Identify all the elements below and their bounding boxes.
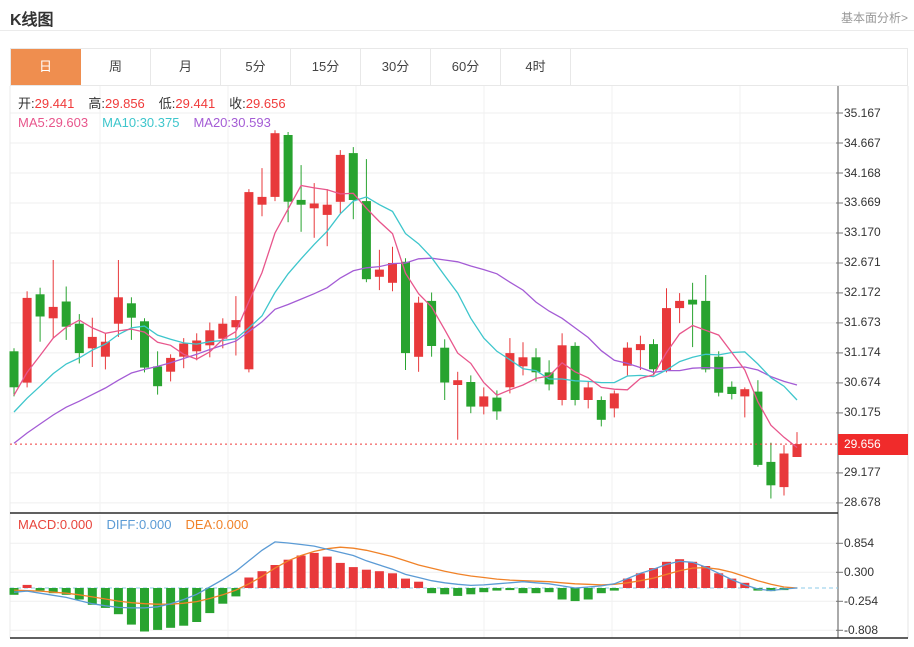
macd-label: MACD: — [18, 517, 60, 532]
tab-月[interactable]: 月 — [151, 49, 221, 85]
diff-label: DIFF: — [106, 517, 139, 532]
high-label: 高: — [88, 96, 105, 111]
ma-legend-row: MA5:29.603 MA10:30.375 MA20:30.593 — [18, 115, 285, 130]
ma10-value: 30.375 — [140, 115, 180, 130]
kline-page: K线图 基本面分析> 日周月5分15分30分60分4时 开:29.441高:29… — [0, 0, 914, 647]
ma20-value: 30.593 — [231, 115, 271, 130]
last-price-badge: 29.656 — [838, 434, 908, 455]
price-tick-label: 30.175 — [844, 405, 881, 419]
ma5-label: MA5: — [18, 115, 48, 130]
low-value: 29.441 — [175, 96, 215, 111]
price-tick-label: 30.674 — [844, 375, 881, 389]
ma5-value: 29.603 — [48, 115, 88, 130]
price-tick-label: 28.678 — [844, 495, 881, 509]
candles-group — [10, 130, 802, 498]
tab-日[interactable]: 日 — [11, 49, 81, 85]
page-title: K线图 — [10, 6, 54, 30]
tab-周[interactable]: 周 — [81, 49, 151, 85]
price-tick-label: 33.170 — [844, 225, 881, 239]
price-tick-label: 31.673 — [844, 315, 881, 329]
macd-tick-label: -0.254 — [844, 594, 878, 608]
price-tick-label: 34.667 — [844, 136, 881, 150]
price-tick-label: 35.167 — [844, 106, 881, 120]
close-value: 29.656 — [246, 96, 286, 111]
period-tab-bar: 日周月5分15分30分60分4时 — [10, 48, 908, 86]
macd-value: 0.000 — [60, 517, 93, 532]
ma10-label: MA10: — [102, 115, 140, 130]
price-tick-label: 32.172 — [844, 285, 881, 299]
fundamental-analysis-link[interactable]: 基本面分析> — [841, 9, 908, 26]
low-label: 低: — [159, 96, 176, 111]
open-label: 开: — [18, 96, 35, 111]
macd-tick-label: -0.808 — [844, 623, 878, 637]
price-tick-label: 29.177 — [844, 465, 881, 479]
dea-label: DEA: — [185, 517, 215, 532]
price-tick-label: 34.168 — [844, 166, 881, 180]
macd-tick-label: 0.854 — [844, 536, 874, 550]
price-tick-label: 31.174 — [844, 345, 881, 359]
tab-60分[interactable]: 60分 — [431, 49, 501, 85]
macd-histogram-group — [10, 553, 789, 632]
macd-legend-row: MACD:0.000DIFF:0.000DEA:0.000 — [18, 517, 262, 532]
close-label: 收: — [229, 96, 246, 111]
dea-value: 0.000 — [216, 517, 249, 532]
price-tick-label: 32.671 — [844, 255, 881, 269]
price-tick-label: 33.669 — [844, 195, 881, 209]
tab-5分[interactable]: 5分 — [221, 49, 291, 85]
macd-tick-label: 0.300 — [844, 565, 874, 579]
high-value: 29.856 — [105, 96, 145, 111]
open-value: 29.441 — [35, 96, 75, 111]
header-divider — [0, 30, 914, 31]
ohlc-row: 开:29.441高:29.856低:29.441收:29.656 — [18, 93, 300, 112]
ma20-label: MA20: — [193, 115, 231, 130]
diff-value: 0.000 — [139, 517, 172, 532]
tab-30分[interactable]: 30分 — [361, 49, 431, 85]
tab-4时[interactable]: 4时 — [501, 49, 571, 85]
tab-15分[interactable]: 15分 — [291, 49, 361, 85]
